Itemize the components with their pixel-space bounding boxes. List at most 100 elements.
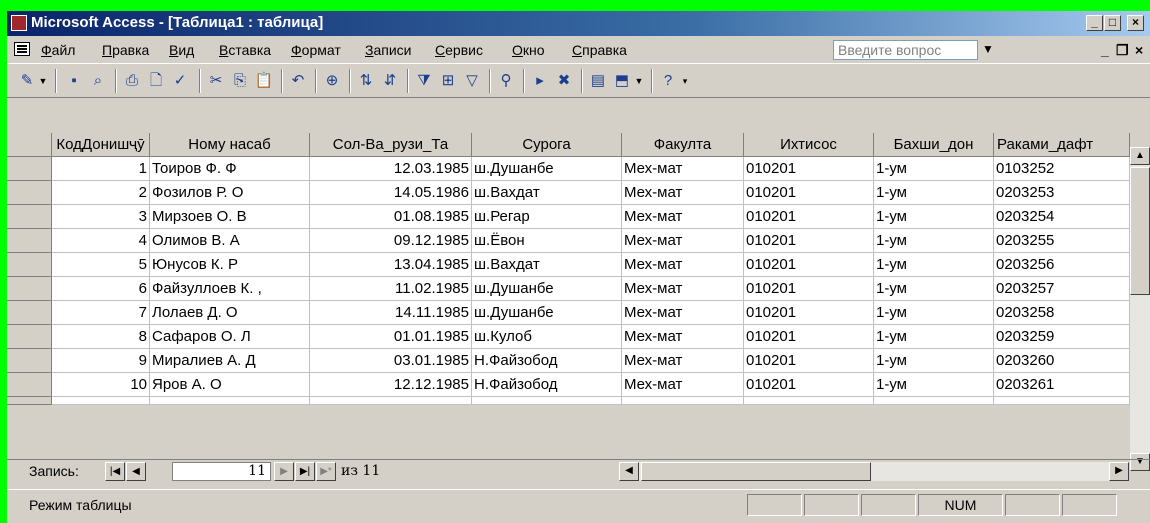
- find-icon[interactable]: ⚲: [495, 70, 517, 92]
- cell-id[interactable]: 5: [52, 253, 150, 277]
- filter-by-selection-icon[interactable]: ⧩: [413, 70, 435, 92]
- cell-record-book[interactable]: 0103252: [994, 157, 1130, 181]
- cell-specialty[interactable]: 010201: [744, 181, 874, 205]
- cell-name[interactable]: Лолаев Д. О: [150, 301, 310, 325]
- maximize-button[interactable]: □: [1104, 15, 1121, 31]
- new-record-cell[interactable]: [874, 397, 994, 405]
- ask-dropdown-icon[interactable]: ▼: [982, 42, 994, 56]
- new-record-cell[interactable]: [994, 397, 1130, 405]
- scroll-left-icon[interactable]: ◀: [619, 462, 639, 481]
- cell-address[interactable]: ш.Вахдат: [472, 181, 622, 205]
- next-record-icon[interactable]: ▶: [274, 462, 294, 481]
- cell-specialty[interactable]: 010201: [744, 301, 874, 325]
- new-record-row-selector[interactable]: [7, 397, 52, 405]
- cell-specialty[interactable]: 010201: [744, 373, 874, 397]
- column-header[interactable]: Ному насаб: [150, 133, 310, 157]
- row-selector[interactable]: [7, 325, 52, 349]
- menu-insert[interactable]: Вставка: [219, 42, 271, 58]
- cell-name[interactable]: Юнусов К. Р: [150, 253, 310, 277]
- row-selector[interactable]: [7, 277, 52, 301]
- copy-icon[interactable]: ⎘: [229, 70, 251, 92]
- cell-id[interactable]: 9: [52, 349, 150, 373]
- previous-record-icon[interactable]: ◀: [126, 462, 146, 481]
- save-icon[interactable]: ▪: [63, 70, 85, 92]
- menu-help[interactable]: Справка: [572, 42, 627, 58]
- cell-name[interactable]: Фозилов Р. О: [150, 181, 310, 205]
- new-object-icon[interactable]: ⬒: [611, 70, 633, 92]
- view-dropdown-icon[interactable]: ▼: [37, 70, 49, 92]
- cell-record-book[interactable]: 0203261: [994, 373, 1130, 397]
- cell-specialty[interactable]: 010201: [744, 277, 874, 301]
- table-document-icon[interactable]: [14, 42, 30, 56]
- last-record-icon[interactable]: ▶|: [295, 462, 315, 481]
- menu-records[interactable]: Записи: [365, 42, 411, 58]
- scroll-thumb[interactable]: [1130, 167, 1150, 295]
- mdi-minimize-icon[interactable]: _: [1101, 42, 1109, 58]
- row-selector[interactable]: [7, 373, 52, 397]
- sort-descending-icon[interactable]: ⇵: [379, 70, 401, 92]
- cell-id[interactable]: 4: [52, 229, 150, 253]
- title-bar[interactable]: Microsoft Access - [Таблица1 : таблица] …: [7, 11, 1150, 36]
- cell-specialty[interactable]: 010201: [744, 325, 874, 349]
- cell-name[interactable]: Файзуллоев К. ,: [150, 277, 310, 301]
- cell-faculty[interactable]: Мех-мат: [622, 205, 744, 229]
- horizontal-scroll-thumb[interactable]: [641, 462, 871, 481]
- cell-id[interactable]: 1: [52, 157, 150, 181]
- cell-specialty[interactable]: 010201: [744, 205, 874, 229]
- cell-record-book[interactable]: 0203257: [994, 277, 1130, 301]
- cell-department[interactable]: 1-ум: [874, 229, 994, 253]
- cell-department[interactable]: 1-ум: [874, 253, 994, 277]
- cell-department[interactable]: 1-ум: [874, 277, 994, 301]
- cell-record-book[interactable]: 0203254: [994, 205, 1130, 229]
- new-record-cell[interactable]: [622, 397, 744, 405]
- new-record-cell[interactable]: [472, 397, 622, 405]
- cell-department[interactable]: 1-ум: [874, 205, 994, 229]
- row-selector[interactable]: [7, 157, 52, 181]
- cell-birthdate[interactable]: 13.04.1985: [310, 253, 472, 277]
- cell-record-book[interactable]: 0203255: [994, 229, 1130, 253]
- cell-id[interactable]: 10: [52, 373, 150, 397]
- cell-address[interactable]: ш.Вахдат: [472, 253, 622, 277]
- cell-record-book[interactable]: 0203253: [994, 181, 1130, 205]
- cell-record-book[interactable]: 0203258: [994, 301, 1130, 325]
- cell-department[interactable]: 1-ум: [874, 373, 994, 397]
- sort-ascending-icon[interactable]: ⇅: [355, 70, 377, 92]
- select-all-corner[interactable]: [7, 133, 52, 157]
- cell-address[interactable]: ш.Душанбе: [472, 157, 622, 181]
- cell-address[interactable]: Н.Файзобод: [472, 349, 622, 373]
- first-record-icon[interactable]: |◀: [105, 462, 125, 481]
- cell-record-book[interactable]: 0203260: [994, 349, 1130, 373]
- row-selector[interactable]: [7, 181, 52, 205]
- scroll-up-icon[interactable]: ▲: [1130, 147, 1150, 165]
- new-record-cell[interactable]: [52, 397, 150, 405]
- cell-faculty[interactable]: Мех-мат: [622, 229, 744, 253]
- cell-name[interactable]: Яров А. О: [150, 373, 310, 397]
- new-record-nav-icon[interactable]: ▶*: [316, 462, 336, 481]
- search-file-icon[interactable]: ⌕: [87, 70, 109, 92]
- column-header[interactable]: Сурога: [472, 133, 622, 157]
- cell-birthdate[interactable]: 12.12.1985: [310, 373, 472, 397]
- cell-specialty[interactable]: 010201: [744, 229, 874, 253]
- cell-department[interactable]: 1-ум: [874, 349, 994, 373]
- menu-edit[interactable]: Правка: [102, 42, 149, 58]
- cell-id[interactable]: 8: [52, 325, 150, 349]
- new-record-icon[interactable]: ▸: [529, 70, 551, 92]
- vertical-scrollbar[interactable]: ▲ ▼: [1130, 147, 1150, 471]
- undo-icon[interactable]: ↶: [287, 70, 309, 92]
- menu-view[interactable]: Вид: [169, 42, 194, 58]
- column-header[interactable]: Ихтисос: [744, 133, 874, 157]
- cell-department[interactable]: 1-ум: [874, 157, 994, 181]
- toolbar-options-icon[interactable]: ▾: [679, 70, 691, 92]
- cell-faculty[interactable]: Мех-мат: [622, 181, 744, 205]
- menu-format[interactable]: Формат: [291, 42, 341, 58]
- cell-address[interactable]: ш.Душанбе: [472, 277, 622, 301]
- print-icon[interactable]: ⎙: [121, 70, 143, 92]
- cell-department[interactable]: 1-ум: [874, 325, 994, 349]
- cell-birthdate[interactable]: 09.12.1985: [310, 229, 472, 253]
- new-record-cell[interactable]: [310, 397, 472, 405]
- cell-faculty[interactable]: Мех-мат: [622, 373, 744, 397]
- access-app-icon[interactable]: [11, 15, 27, 31]
- new-record-cell[interactable]: [150, 397, 310, 405]
- cell-id[interactable]: 3: [52, 205, 150, 229]
- column-header[interactable]: КодДонишҷӯ: [52, 133, 150, 157]
